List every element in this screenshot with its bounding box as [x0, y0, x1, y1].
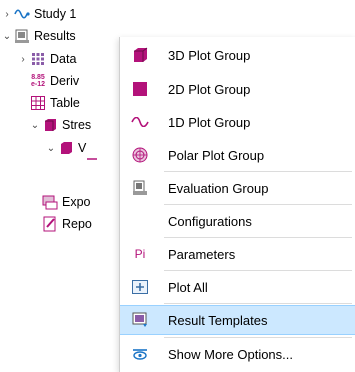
result-templates-icon — [130, 310, 150, 330]
menu-item-label: Parameters — [168, 246, 236, 262]
tree-item-label: Expo — [62, 195, 91, 209]
menu-item-3d-plot-group[interactable]: 3D Plot Group — [120, 40, 355, 70]
deformation-icon — [86, 154, 98, 164]
evaluation-icon — [130, 178, 150, 198]
menu-item-configurations[interactable]: Configurations — [120, 206, 355, 236]
tree-item-stress[interactable]: ⌄ Stres — [28, 116, 91, 134]
study-icon — [14, 6, 30, 22]
tree-item-label: Repo — [62, 217, 92, 231]
tree-item-data[interactable]: › Data — [16, 50, 76, 68]
menu-item-label: Polar Plot Group — [168, 147, 265, 163]
chevron-right-icon[interactable]: › — [16, 52, 30, 66]
menu-item-label: 3D Plot Group — [168, 47, 251, 63]
menu-item-label: Configurations — [168, 213, 252, 229]
tree-item-study[interactable]: › Study 1 — [0, 5, 76, 23]
tree-item-reports[interactable]: Repo — [28, 215, 92, 233]
menu-item-label: Plot All — [168, 279, 208, 295]
menu-separator — [164, 171, 352, 172]
tree-item-results[interactable]: ⌄ Results — [0, 27, 76, 45]
tree-item-label: Table — [50, 96, 80, 110]
results-icon — [14, 28, 30, 44]
parameters-icon: Pi — [130, 244, 150, 264]
derived-values-icon: 8.85 e-12 — [30, 73, 46, 89]
chevron-down-icon[interactable]: ⌄ — [28, 118, 42, 132]
menu-separator — [164, 303, 352, 304]
menu-item-1d-plot-group[interactable]: 1D Plot Group — [120, 107, 355, 137]
export-icon — [42, 194, 58, 210]
menu-item-show-more-options[interactable]: Show More Options... — [120, 339, 355, 369]
dataset-icon — [30, 51, 46, 67]
derived-badge-top: 8.85 — [31, 74, 45, 81]
menu-item-plot-all[interactable]: Plot All — [120, 272, 355, 302]
square-2d-icon — [130, 79, 150, 99]
menu-separator — [164, 237, 352, 238]
chevron-down-icon[interactable]: ⌄ — [0, 29, 14, 43]
menu-item-label: Show More Options... — [168, 346, 293, 362]
derived-badge-bottom: e-12 — [30, 81, 45, 88]
tree-item-derived-values[interactable]: 8.85 e-12 Deriv — [16, 72, 79, 90]
parameters-glyph: Pi — [134, 247, 146, 261]
volume-icon — [58, 140, 74, 156]
tree-item-label: Study 1 — [34, 7, 77, 21]
menu-item-label: 1D Plot Group — [168, 114, 251, 130]
tree-item-label: Deriv — [50, 74, 80, 88]
tree-item-volume[interactable]: ⌄ V — [44, 139, 87, 157]
menu-item-label: Result Templates — [168, 312, 268, 328]
plot-all-icon — [130, 277, 150, 297]
tree-item-export[interactable]: Expo — [28, 193, 91, 211]
tree-item-label: Results — [34, 29, 76, 43]
polar-icon — [130, 145, 150, 165]
menu-separator — [164, 270, 352, 271]
tree-item-tables[interactable]: Table — [16, 94, 80, 112]
table-icon — [30, 95, 46, 111]
report-icon — [42, 216, 58, 232]
menu-item-parameters[interactable]: Pi Parameters — [120, 239, 355, 269]
menu-separator — [164, 337, 352, 338]
menu-item-polar-plot-group[interactable]: Polar Plot Group — [120, 140, 355, 170]
plot-group-3d-icon — [42, 117, 58, 133]
menu-item-2d-plot-group[interactable]: 2D Plot Group — [120, 74, 355, 104]
chevron-down-icon[interactable]: ⌄ — [44, 141, 58, 155]
menu-item-result-templates[interactable]: Result Templates — [120, 305, 355, 335]
cube-3d-icon — [130, 45, 150, 65]
tree-item-label: Stres — [62, 118, 92, 132]
menu-item-label: Evaluation Group — [168, 180, 269, 196]
menu-item-label: 2D Plot Group — [168, 81, 251, 97]
menu-separator — [164, 204, 352, 205]
tree-item-label: V — [78, 141, 87, 155]
chevron-right-icon[interactable]: › — [0, 7, 14, 21]
wave-1d-icon — [130, 112, 150, 132]
show-more-icon — [130, 344, 150, 364]
tree-item-label: Data — [50, 52, 77, 66]
context-menu: 3D Plot Group 2D Plot Group 1D Plot Grou… — [119, 37, 355, 372]
menu-item-evaluation-group[interactable]: Evaluation Group — [120, 173, 355, 203]
